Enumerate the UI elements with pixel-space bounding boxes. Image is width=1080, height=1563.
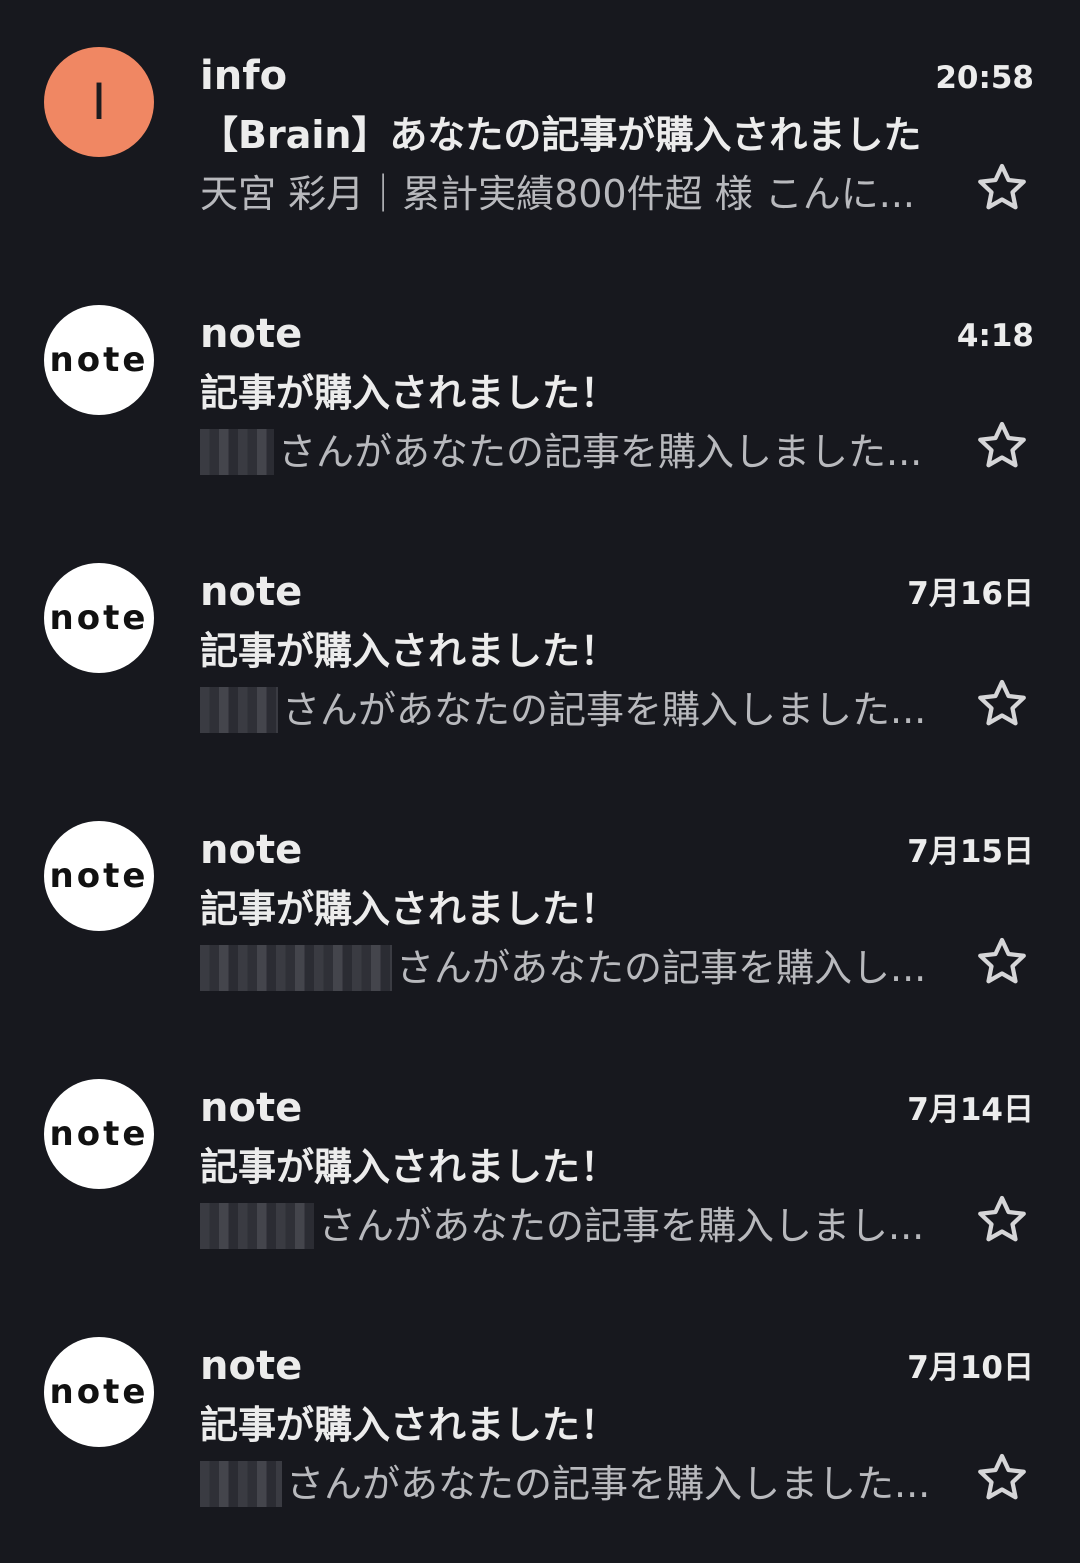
sender-name: note	[200, 1085, 303, 1131]
email-subject: 記事が購入されました！	[200, 1403, 619, 1447]
email-row[interactable]: note note 7月16日 記事が購入されました！ さんがあなたの記事を購入…	[0, 516, 1080, 774]
star-icon[interactable]	[972, 158, 1032, 218]
email-row[interactable]: note note 7月15日 記事が購入されました！ さんがあなたの記事を購入…	[0, 774, 1080, 1032]
email-snippet: さんがあなたの記事を購入しまし...	[200, 1200, 940, 1252]
star-icon[interactable]	[972, 674, 1032, 734]
sender-avatar[interactable]: note	[44, 305, 154, 415]
note-logo-icon: note	[50, 856, 149, 896]
snippet-text: 天宮 彩月｜累計実績800件超 様 こんに...	[200, 172, 916, 216]
snippet-text: さんがあなたの記事を購入しました...	[286, 1462, 931, 1506]
received-time: 4:18	[956, 318, 1034, 354]
note-logo-icon: note	[50, 340, 149, 380]
email-snippet: さんがあなたの記事を購入し...	[200, 942, 940, 994]
email-snippet: さんがあなたの記事を購入しました...	[200, 1458, 940, 1510]
snippet-text: さんがあなたの記事を購入し...	[396, 946, 927, 990]
sender-name: note	[200, 827, 303, 873]
star-icon[interactable]	[972, 416, 1032, 476]
note-logo-text: note	[50, 598, 149, 638]
sender-avatar[interactable]: note	[44, 1079, 154, 1189]
email-list: I info 20:58 【Brain】あなたの記事が購入されました 天宮 彩月…	[0, 0, 1080, 1563]
note-logo-icon: note	[50, 1372, 149, 1412]
received-time: 7月10日	[907, 1350, 1034, 1386]
sender-name: info	[200, 53, 288, 99]
sender-avatar[interactable]: note	[44, 1337, 154, 1447]
email-row[interactable]: I info 20:58 【Brain】あなたの記事が購入されました 天宮 彩月…	[0, 0, 1080, 258]
email-row[interactable]: note note 7月10日 記事が購入されました！ さんがあなたの記事を購入…	[0, 1290, 1080, 1548]
sender-name: note	[200, 311, 303, 357]
sender-avatar[interactable]: I	[44, 47, 154, 157]
sender-avatar[interactable]: note	[44, 821, 154, 931]
note-logo-text: note	[50, 856, 149, 896]
redacted-name	[200, 945, 392, 991]
note-logo-icon: note	[50, 1114, 149, 1154]
sender-avatar[interactable]: note	[44, 563, 154, 673]
note-logo-text: note	[50, 340, 149, 380]
snippet-text: さんがあなたの記事を購入しまし...	[318, 1204, 925, 1248]
redacted-name	[200, 429, 274, 475]
redacted-name	[200, 1203, 314, 1249]
snippet-text: さんがあなたの記事を購入しました...	[278, 430, 923, 474]
note-logo-text: note	[50, 1114, 149, 1154]
star-icon[interactable]	[972, 1448, 1032, 1508]
note-logo-icon: note	[50, 598, 149, 638]
sender-name: note	[200, 1343, 303, 1389]
received-time: 7月16日	[907, 576, 1034, 612]
email-snippet: さんがあなたの記事を購入しました...	[200, 684, 940, 736]
email-snippet: 天宮 彩月｜累計実績800件超 様 こんに...	[200, 168, 940, 220]
redacted-name	[200, 1461, 282, 1507]
snippet-text: さんがあなたの記事を購入しました...	[282, 688, 927, 732]
received-time: 20:58	[935, 60, 1034, 96]
star-icon[interactable]	[972, 1190, 1032, 1250]
star-icon[interactable]	[972, 932, 1032, 992]
sender-name: note	[200, 569, 303, 615]
note-logo-text: note	[50, 1372, 149, 1412]
avatar-letter: I	[91, 73, 107, 131]
email-subject: 記事が購入されました！	[200, 1145, 619, 1189]
email-row[interactable]: note note 4:18 記事が購入されました！ さんがあなたの記事を購入し…	[0, 258, 1080, 516]
email-subject: 記事が購入されました！	[200, 629, 619, 673]
email-subject: 記事が購入されました！	[200, 371, 619, 415]
email-snippet: さんがあなたの記事を購入しました...	[200, 426, 940, 478]
received-time: 7月15日	[907, 834, 1034, 870]
redacted-name	[200, 687, 278, 733]
email-subject: 【Brain】あなたの記事が購入されました	[200, 113, 922, 157]
email-row[interactable]: note note 7月14日 記事が購入されました！ さんがあなたの記事を購入…	[0, 1032, 1080, 1290]
email-subject: 記事が購入されました！	[200, 887, 619, 931]
received-time: 7月14日	[907, 1092, 1034, 1128]
